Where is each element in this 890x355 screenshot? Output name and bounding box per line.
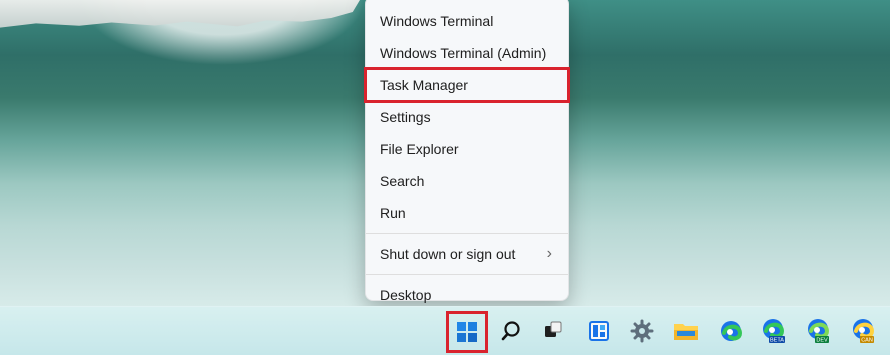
edge-canary-button[interactable]: CAN	[846, 313, 882, 349]
menu-item-label: Task Manager	[380, 77, 468, 93]
search-button[interactable]	[493, 313, 529, 349]
menu-item-label: Windows Terminal (Admin)	[380, 45, 547, 61]
menu-item-search[interactable]: Search	[366, 165, 568, 197]
settings-button[interactable]	[624, 313, 660, 349]
menu-item-label: File Explorer	[380, 141, 459, 157]
menu-item-label: Windows Terminal	[380, 13, 494, 29]
edge-canary-badge: CAN	[861, 338, 873, 344]
windows-logo-icon	[457, 322, 477, 342]
start-button[interactable]	[446, 311, 488, 353]
menu-item-settings[interactable]: Settings	[366, 101, 568, 133]
menu-item-label: Desktop	[380, 287, 432, 303]
menu-item-label: Run	[380, 205, 406, 221]
edge-beta-badge: BETA	[770, 338, 784, 344]
search-icon	[501, 321, 520, 341]
menu-item-task-manager[interactable]: Task Manager	[364, 67, 570, 103]
task-view-button[interactable]	[535, 313, 571, 349]
menu-item-label: Settings	[380, 109, 431, 125]
gear-icon	[630, 319, 654, 343]
menu-separator	[366, 233, 568, 234]
edge-dev-icon: DEV	[808, 319, 830, 344]
chevron-right-icon: ›	[546, 245, 552, 262]
start-context-menu: Windows Terminal Windows Terminal (Admin…	[364, 0, 570, 303]
menu-item-run[interactable]: Run	[366, 197, 568, 229]
folder-icon	[674, 324, 698, 340]
menu-item-file-explorer[interactable]: File Explorer	[366, 133, 568, 165]
edge-beta-icon: BETA	[763, 319, 785, 344]
task-view-icon	[545, 321, 562, 337]
menu-item-label: Shut down or sign out	[380, 246, 516, 262]
edge-dev-badge: DEV	[816, 338, 828, 344]
widgets-button[interactable]	[581, 313, 617, 349]
edge-button[interactable]	[713, 313, 749, 349]
edge-canary-icon: CAN	[853, 319, 875, 344]
menu-item-shut-down-or-sign-out[interactable]: Shut down or sign out ›	[366, 238, 568, 270]
snowy-rocks-background	[0, 0, 360, 28]
menu-separator	[366, 274, 568, 275]
menu-item-label: Search	[380, 173, 425, 189]
menu-item-windows-terminal[interactable]: Windows Terminal	[366, 5, 568, 37]
edge-dev-button[interactable]: DEV	[801, 313, 837, 349]
menu-item-windows-terminal-admin[interactable]: Windows Terminal (Admin)	[366, 37, 568, 69]
file-explorer-button[interactable]	[668, 313, 704, 349]
taskbar: BETA DEV CAN	[0, 306, 890, 355]
edge-beta-button[interactable]: BETA	[756, 313, 792, 349]
edge-icon	[721, 321, 743, 341]
widgets-icon	[589, 321, 609, 341]
